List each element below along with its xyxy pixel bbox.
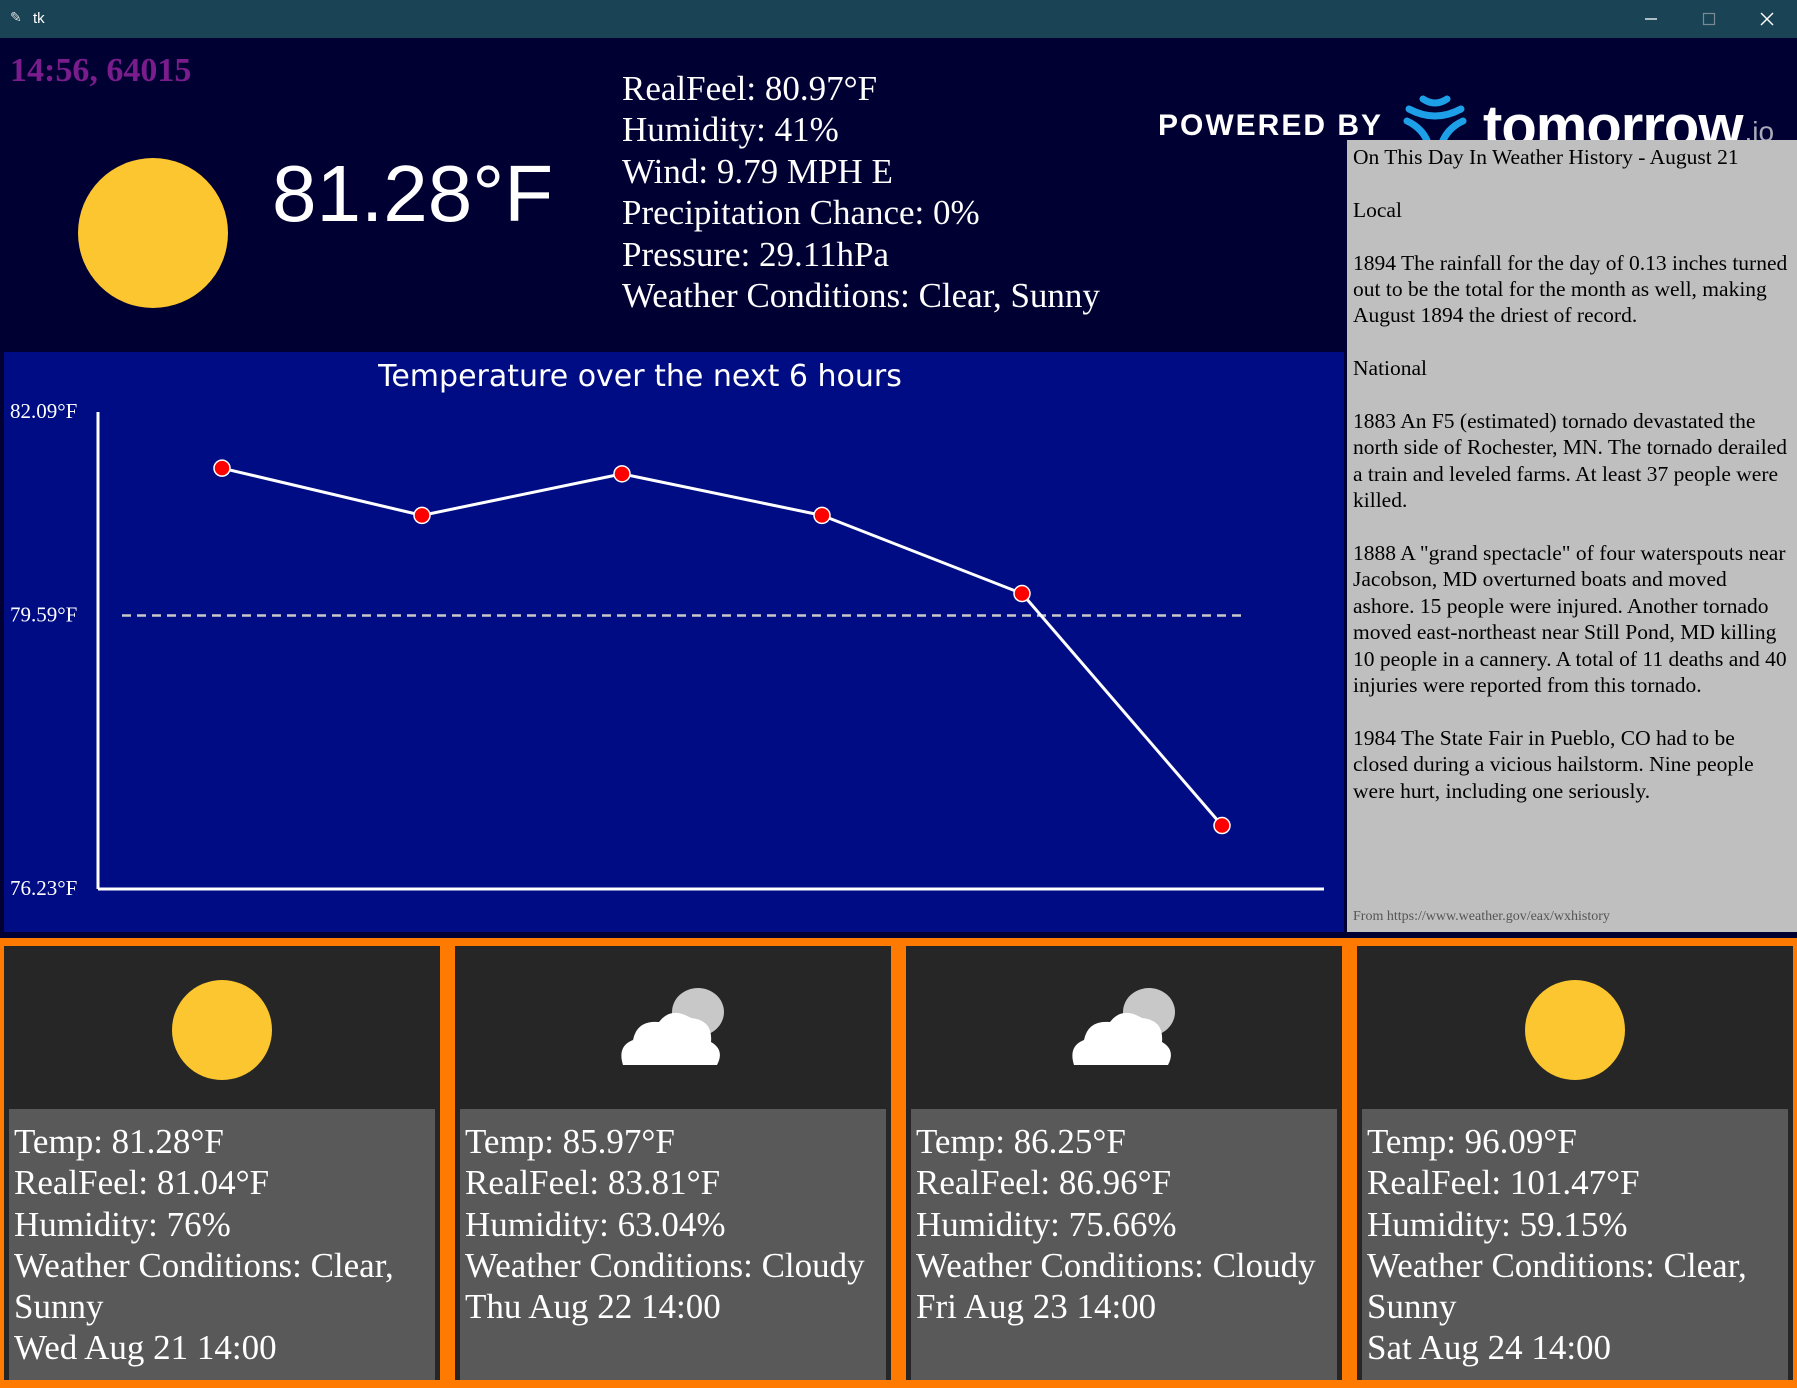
forecast-info: Temp: 81.28°F RealFeel: 81.04°F Humidity…	[9, 1109, 435, 1380]
weather-history-panel: On This Day In Weather History - August …	[1347, 140, 1797, 932]
forecast-realfeel: RealFeel: 101.47°F	[1367, 1163, 1640, 1203]
forecast-conditions: Weather Conditions: Clear, Sunny	[1367, 1245, 1747, 1327]
history-entry: 1894 The rainfall for the day of 0.13 in…	[1353, 250, 1788, 328]
forecast-humidity: Humidity: 59.15%	[1367, 1204, 1628, 1244]
maximize-button[interactable]	[1680, 0, 1738, 38]
forecast-info: Temp: 96.09°F RealFeel: 101.47°F Humidit…	[1362, 1109, 1788, 1380]
history-source: From https://www.weather.gov/eax/wxhisto…	[1353, 908, 1610, 924]
minimize-icon	[1645, 18, 1657, 20]
temperature-chart-svg: Temperature over the next 6 hours 82.09°…	[10, 359, 1324, 900]
conditions-text: Weather Conditions: Clear, Sunny	[622, 276, 1100, 316]
powered-by-text: POWERED BY	[1158, 109, 1384, 142]
forecast-strip: Temp: 81.28°F RealFeel: 81.04°F Humidity…	[0, 938, 1797, 1388]
history-section-national: National	[1353, 356, 1428, 381]
chart-title: Temperature over the next 6 hours	[377, 359, 902, 394]
forecast-datetime: Sat Aug 24 14:00	[1367, 1328, 1612, 1368]
temperature-line-segment	[1020, 592, 1224, 827]
tk-feather-icon: ✎	[10, 9, 22, 25]
forecast-card: Temp: 85.97°F RealFeel: 83.81°F Humidity…	[455, 946, 891, 1380]
forecast-temp: Temp: 96.09°F	[1367, 1122, 1577, 1161]
current-temperature: 81.28°F	[272, 149, 554, 238]
temperature-point	[1213, 816, 1231, 835]
forecast-conditions: Weather Conditions: Cloudy	[916, 1245, 1316, 1285]
sun-icon	[1525, 980, 1625, 1080]
forecast-temp: Temp: 85.97°F	[465, 1122, 675, 1161]
forecast-humidity: Humidity: 76%	[14, 1204, 231, 1244]
temperature-line-segment	[821, 513, 1023, 595]
forecast-info: Temp: 86.25°F RealFeel: 86.96°F Humidity…	[911, 1109, 1337, 1380]
window-titlebar: ✎ tk	[0, 0, 1797, 38]
history-entry: 1883 An F5 (estimated) tornado devastate…	[1353, 409, 1787, 513]
forecast-temp: Temp: 81.28°F	[14, 1122, 224, 1161]
forecast-realfeel: RealFeel: 83.81°F	[465, 1163, 721, 1203]
realfeel-text: RealFeel: 80.97°F	[622, 69, 878, 108]
forecast-info: Temp: 85.97°F RealFeel: 83.81°F Humidity…	[460, 1109, 886, 1380]
forecast-icon-area	[455, 946, 891, 1106]
forecast-icon-area	[4, 946, 440, 1106]
forecast-humidity: Humidity: 63.04%	[465, 1204, 726, 1244]
y-tick-label: 76.23°F	[10, 876, 77, 900]
temperature-point	[613, 465, 631, 483]
y-tick-label: 79.59°F	[10, 602, 77, 626]
forecast-icon-area	[906, 946, 1342, 1106]
humidity-text: Humidity: 41%	[622, 110, 839, 150]
temperature-point	[813, 506, 831, 525]
forecast-humidity: Humidity: 75.66%	[916, 1204, 1177, 1244]
forecast-icon-area	[1357, 946, 1793, 1106]
temperature-line-segment	[621, 472, 823, 517]
temperature-point	[413, 506, 431, 525]
cloud-icon	[621, 988, 724, 1065]
clock-zip-label: 14:56, 64015	[10, 52, 192, 89]
temperature-point	[1013, 584, 1031, 603]
forecast-datetime: Thu Aug 22 14:00	[465, 1287, 721, 1327]
history-entry: 1888 A "grand spectacle" of four watersp…	[1353, 541, 1787, 698]
temperature-line-segment	[221, 466, 423, 517]
forecast-conditions: Weather Conditions: Clear, Sunny	[14, 1245, 394, 1327]
forecast-conditions: Weather Conditions: Cloudy	[465, 1245, 865, 1285]
temperature-point	[213, 459, 231, 477]
temperature-line-segment	[421, 472, 623, 517]
cloud-icon	[1072, 988, 1175, 1065]
window-title: tk	[33, 10, 45, 27]
y-tick-label: 82.09°F	[10, 399, 77, 423]
forecast-realfeel: RealFeel: 86.96°F	[916, 1163, 1172, 1203]
wind-text: Wind: 9.79 MPH E	[622, 151, 893, 191]
forecast-datetime: Fri Aug 23 14:00	[916, 1287, 1157, 1327]
history-heading: On This Day In Weather History - August …	[1353, 145, 1739, 169]
minimize-button[interactable]	[1622, 0, 1680, 38]
forecast-card: Temp: 81.28°F RealFeel: 81.04°F Humidity…	[4, 946, 440, 1380]
forecast-realfeel: RealFeel: 81.04°F	[14, 1163, 270, 1203]
forecast-temp: Temp: 86.25°F	[916, 1122, 1126, 1161]
forecast-card: Temp: 86.25°F RealFeel: 86.96°F Humidity…	[906, 946, 1342, 1380]
forecast-card: Temp: 96.09°F RealFeel: 101.47°F Humidit…	[1357, 946, 1793, 1380]
current-details: RealFeel: 80.97°F Humidity: 41% Wind: 9.…	[622, 68, 1100, 316]
sun-icon	[78, 158, 228, 308]
history-entry: 1984 The State Fair in Pueblo, CO had to…	[1353, 725, 1754, 803]
history-section-local: Local	[1353, 197, 1402, 222]
temperature-chart: Temperature over the next 6 hours 82.09°…	[4, 352, 1344, 932]
close-icon	[1760, 12, 1774, 26]
forecast-datetime: Wed Aug 21 14:00	[14, 1328, 277, 1368]
pressure-text: Pressure: 29.11hPa	[622, 234, 890, 274]
sun-icon	[172, 980, 272, 1080]
maximize-icon	[1702, 12, 1716, 26]
precipitation-text: Precipitation Chance: 0%	[622, 193, 980, 233]
close-button[interactable]	[1738, 0, 1796, 38]
